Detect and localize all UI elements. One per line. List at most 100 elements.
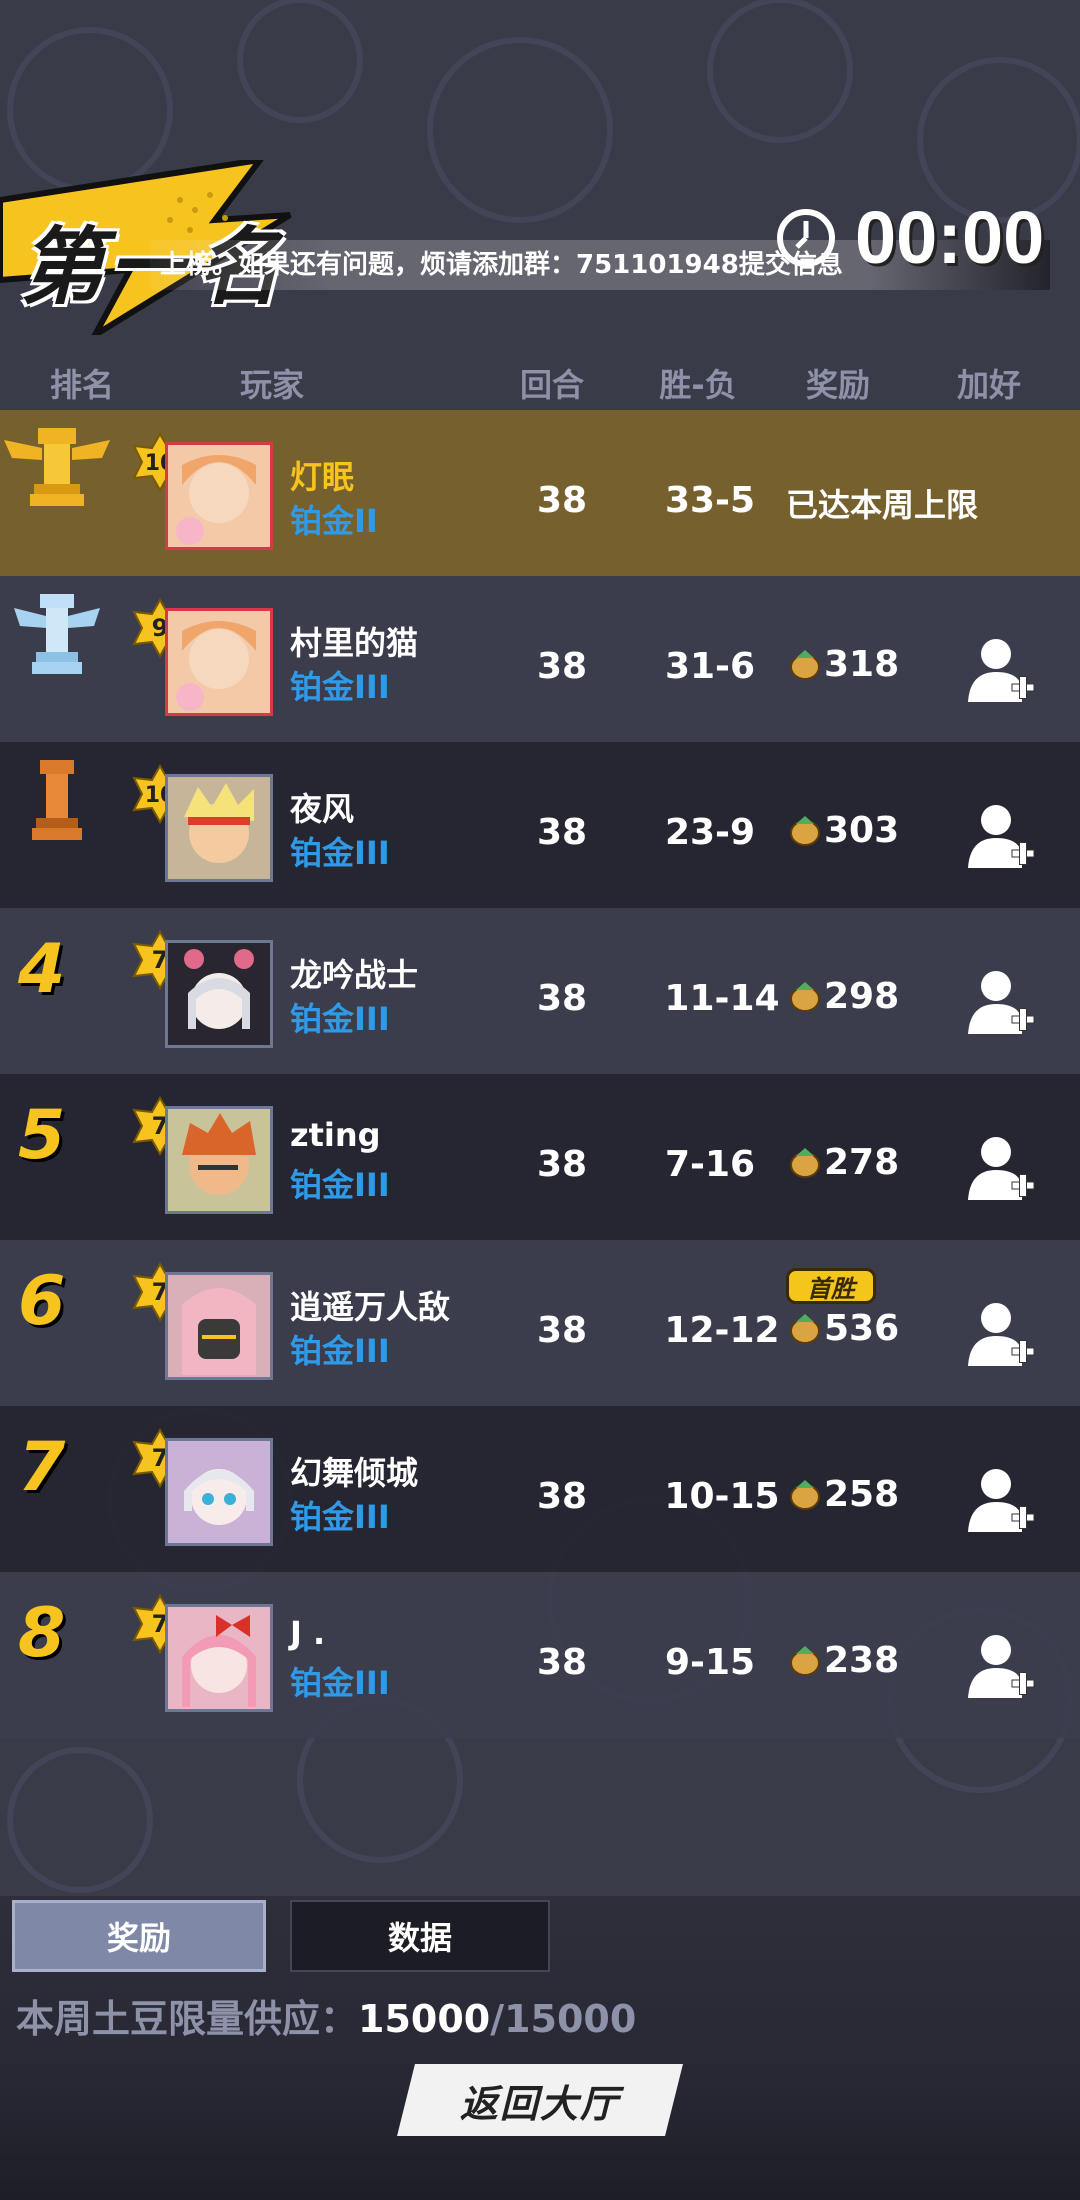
rounds: 38 [536,646,588,687]
gold-rook-trophy-icon [4,428,110,506]
player-tier: 铂金II [290,502,378,540]
reward: 278 [788,1142,899,1183]
table-row[interactable]: 6 7 逍遥万人敌 铂金III 38 12-12 首胜 536 [0,1240,1080,1406]
rank-number: 6 [18,1262,66,1341]
potato-coin-icon [790,1645,820,1676]
record: 33-5 [664,480,756,521]
record: 10-15 [664,1476,780,1517]
col-player: 玩家 [239,366,305,404]
record: 11-14 [664,978,780,1019]
silver-rook-trophy-icon [14,594,100,674]
add-friend-icon[interactable] [966,800,1036,870]
reward-limit-note: 已达本周上限 [786,486,979,524]
avatar-image [168,445,270,547]
potato-coin-icon [790,981,820,1012]
leaderboard: 10 灯眠 铂金II 38 33-5 已达本周上限 9 村里的猫 铂金III 3… [0,410,1080,1738]
bronze-rook-trophy-icon [32,760,82,840]
supply-total: /15000 [490,1997,637,2041]
reward-amount: 536 [824,1308,900,1349]
avatar[interactable] [165,442,273,550]
player-name: J . [290,1614,326,1652]
avatar-image [168,943,270,1045]
potato-coin-icon [790,815,820,846]
player-tier: 铂金III [290,1166,390,1204]
rank-number: 7 [18,1428,66,1507]
player-tier: 铂金III [290,1498,390,1536]
potato-coin-icon [790,649,820,680]
table-row[interactable]: 4 7 龙吟战士 铂金III 38 11-14 298 [0,908,1080,1074]
record: 31-6 [664,646,756,687]
player-name: 幻舞倾城 [290,1454,419,1492]
col-reward: 奖励 [805,366,871,404]
potato-coin-icon [790,1479,820,1510]
avatar-image [168,1607,270,1709]
avatar[interactable] [165,1438,273,1546]
reward: 318 [788,644,899,685]
reward-amount: 258 [824,1474,900,1515]
weekly-supply: 本周土豆限量供应：15000/15000 [16,1988,636,2043]
table-row[interactable]: 9 村里的猫 铂金III 38 31-6 318 [0,576,1080,742]
rounds: 38 [536,480,588,521]
reward: 298 [788,976,899,1017]
col-rounds: 回合 [519,366,585,404]
table-row[interactable]: 10 夜风 铂金III 38 23-9 303 [0,742,1080,908]
add-friend-icon[interactable] [966,634,1036,704]
first-win-badge: 首胜 [786,1268,876,1304]
table-row[interactable]: 8 7 J . 铂金III 38 9-15 238 [0,1572,1080,1738]
player-tier: 铂金III [290,834,390,872]
avatar-image [168,777,270,879]
supply-current: 15000 [358,1997,491,2041]
table-row[interactable]: 7 7 幻舞倾城 铂金III 38 10-15 258 [0,1406,1080,1572]
timer: 00:00 [775,195,1044,280]
potato-coin-icon [790,1313,820,1344]
avatar[interactable] [165,774,273,882]
potato-coin-icon [790,1147,820,1178]
reward-amount: 298 [824,976,900,1017]
avatar[interactable] [165,1106,273,1214]
player-name: 灯眠 [290,458,355,496]
back-to-lobby-button[interactable]: 返回大厅 [397,2064,683,2136]
player-tier: 铂金III [290,1332,390,1370]
add-friend-icon[interactable] [966,1132,1036,1202]
column-headers: 排名 玩家 回合 胜-负 奖励 加好友 [0,360,1080,450]
player-name: 村里的猫 [290,624,419,662]
reward: 258 [788,1474,899,1515]
player-name: 夜风 [290,790,355,828]
add-friend-icon[interactable] [966,1630,1036,1700]
record: 12-12 [664,1310,780,1351]
player-name: 逍遥万人敌 [290,1288,451,1326]
reward-amount: 318 [824,644,900,685]
avatar[interactable] [165,1272,273,1380]
timer-text: 00:00 [855,196,1045,279]
table-row[interactable]: 10 灯眠 铂金II 38 33-5 已达本周上限 [0,410,1080,576]
avatar[interactable] [165,608,273,716]
add-friend-icon[interactable] [966,1298,1036,1368]
rounds: 38 [536,1642,588,1683]
avatar-image [168,1109,270,1211]
reward-amount: 238 [824,1640,900,1681]
tab-reward[interactable]: 奖励 [12,1900,266,1972]
table-row[interactable]: 5 7 zting 铂金III 38 7-16 278 [0,1074,1080,1240]
rounds: 38 [536,1310,588,1351]
reward: 536 [788,1308,899,1349]
rank-number: 4 [18,930,66,1009]
col-rank: 排名 [49,366,115,404]
clock-icon [777,208,835,267]
reward-amount: 278 [824,1142,900,1183]
rounds: 38 [536,1144,588,1185]
record: 23-9 [664,812,756,853]
tab-data[interactable]: 数据 [290,1900,550,1972]
reward: 238 [788,1640,899,1681]
rank-number: 8 [18,1594,66,1673]
player-tier: 铂金III [290,1664,390,1702]
rounds: 38 [536,1476,588,1517]
avatar[interactable] [165,940,273,1048]
avatar[interactable] [165,1604,273,1712]
player-name: 龙吟战士 [290,956,419,994]
avatar-image [168,1275,270,1377]
reward-amount: 303 [824,810,900,851]
add-friend-icon[interactable] [966,966,1036,1036]
player-name: zting [290,1116,381,1154]
rounds: 38 [536,978,588,1019]
add-friend-icon[interactable] [966,1464,1036,1534]
